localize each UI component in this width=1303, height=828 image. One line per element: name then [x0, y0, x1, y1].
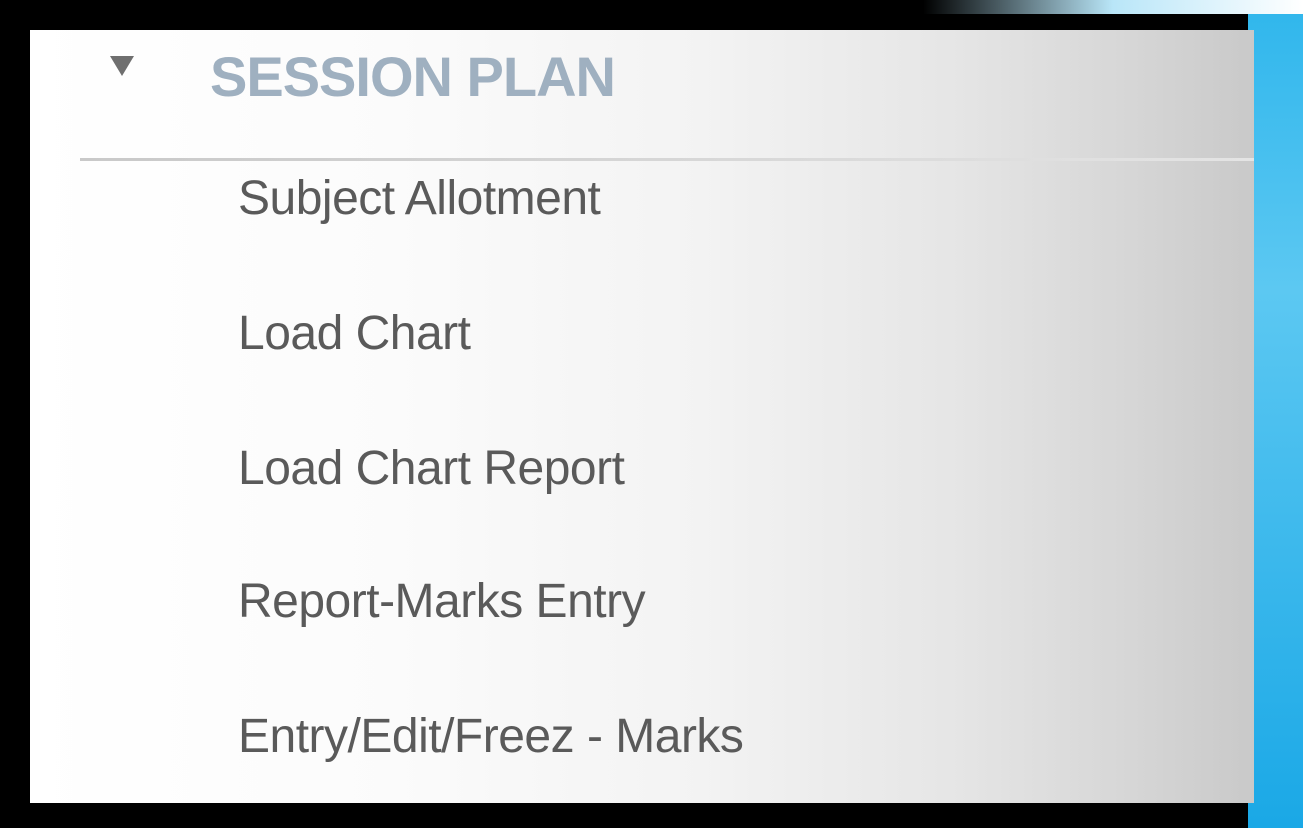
section-title: SESSION PLAN [210, 45, 616, 108]
menu-item-label: Report-Marks Entry [238, 575, 646, 628]
menu-item-load-chart-report[interactable]: Load Chart Report [30, 415, 1254, 542]
session-plan-menu: Subject Allotment Load Chart Load Chart … [30, 161, 1254, 796]
session-plan-header[interactable]: SESSION PLAN [30, 30, 1254, 158]
menu-item-subject-allotment[interactable]: Subject Allotment [30, 161, 1254, 288]
menu-item-label: Subject Allotment [238, 172, 601, 225]
screenshot-frame: SESSION PLAN Subject Allotment Load Char… [0, 0, 1303, 828]
menu-item-entry-edit-freez-marks[interactable]: Entry/Edit/Freez - Marks [30, 669, 1254, 796]
right-edge-accent [1248, 0, 1303, 828]
menu-item-label: Entry/Edit/Freez - Marks [238, 710, 744, 763]
menu-item-label: Load Chart [238, 307, 471, 360]
sidebar-panel: SESSION PLAN Subject Allotment Load Char… [30, 30, 1254, 803]
caret-down-icon[interactable] [110, 56, 134, 76]
menu-item-load-chart[interactable]: Load Chart [30, 288, 1254, 415]
menu-item-label: Load Chart Report [238, 442, 625, 495]
menu-item-report-marks-entry[interactable]: Report-Marks Entry [30, 542, 1254, 669]
top-edge-accent [923, 0, 1303, 14]
